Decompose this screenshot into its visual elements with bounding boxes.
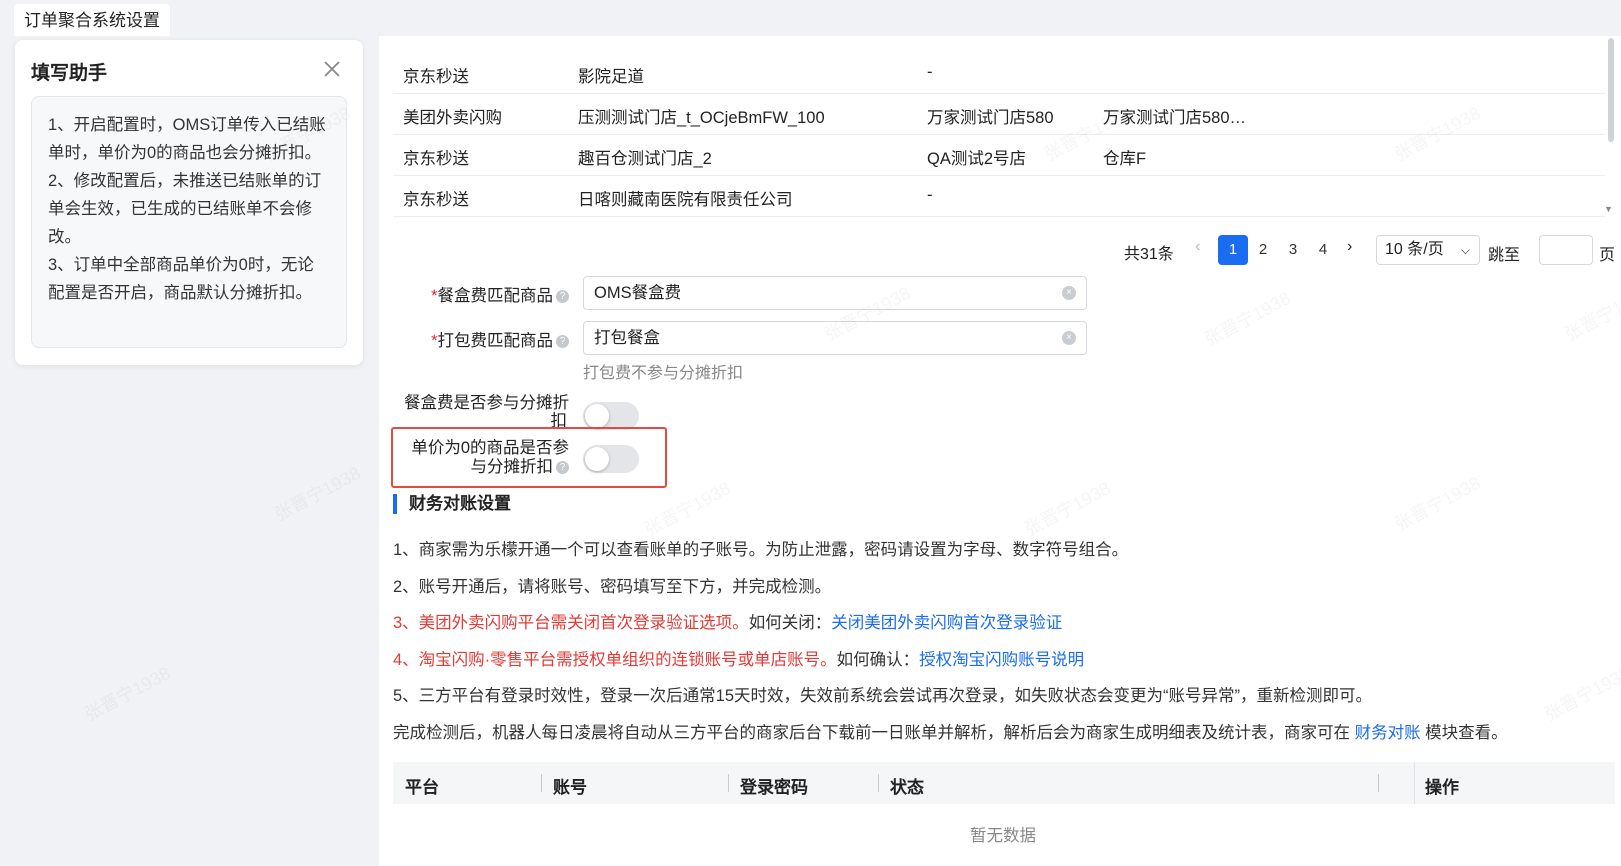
pack-fee-hint: 打包费不参与分摊折扣 [583, 365, 744, 382]
finance-note-4-warning: 4、淘宝闪购·零售平台需授权单组织的连锁账号或单店账号。 [393, 651, 837, 669]
help-icon[interactable]: ? [556, 461, 569, 475]
next-page-icon[interactable]: › [1347, 238, 1352, 256]
clear-icon[interactable]: × [1062, 331, 1076, 345]
page-size-select[interactable]: 10 条/页 ⌵ [1376, 235, 1480, 265]
header-account: 账号 [553, 778, 587, 797]
switch-knob [585, 447, 609, 471]
pack-fee-value: 打包餐盒 [594, 329, 660, 347]
page-4[interactable]: 4 [1308, 235, 1338, 265]
box-discount-label: 餐盒费是否参与分摊折 扣 [404, 394, 569, 430]
box-discount-label-line1: 餐盒费是否参与分摊折 [404, 394, 569, 412]
pack-fee-label: *打包费匹配商品? [431, 327, 569, 351]
pagination-total: 共31条 [1124, 246, 1174, 263]
helper-title: 填写助手 [31, 63, 108, 84]
finance-note-1: 1、商家需为乐檬开通一个可以查看账单的子账号。为防止泄露，密码请设置为字母、数字… [393, 541, 1129, 559]
account-table-header: 平台 账号 登录密码 状态 操作 [393, 762, 1615, 804]
row-platform: 京东秒送 [403, 68, 469, 86]
jump-page-input[interactable] [1539, 235, 1593, 265]
row-oms-store: - [927, 186, 933, 204]
helper-notes: 1、开启配置时，OMS订单传入已结账单时，单价为0的商品也会分摊折扣。 2、修改… [31, 96, 347, 348]
finance-note-6: 完成检测后，机器人每日凌晨将自动从三方平台的商家后台下载前一日账单并解析，解析后… [393, 719, 1508, 743]
chevron-down-icon: ⌵ [1460, 243, 1470, 257]
header-platform: 平台 [405, 778, 439, 797]
header-password: 登录密码 [740, 778, 808, 797]
watermark: 张晋宁1938 [79, 659, 174, 726]
helper-note-1: 1、开启配置时，OMS订单传入已结账单时，单价为0的商品也会分摊折扣。 [48, 116, 326, 162]
finance-note-4-text: 如何确认： [836, 651, 920, 669]
column-divider [878, 774, 879, 792]
table-row: 美团外卖闪购 压测测试门店_t_OCjeBmFW_100 万家测试门店580 万… [393, 93, 1605, 135]
row-warehouse: 仓库F [1103, 150, 1147, 168]
helper-panel: 填写助手 1、开启配置时，OMS订单传入已结账单时，单价为0的商品也会分摊折扣。… [15, 40, 363, 365]
helper-note-2: 2、修改配置后，未推送已结账单的订单会生效，已生成的已结账单不会修改。 [48, 172, 322, 246]
zero-price-label-line2-text: 与分摊折扣 [470, 458, 554, 476]
row-platform: 京东秒送 [403, 191, 469, 209]
finance-note-3: 3、美团外卖闪购平台需关闭首次登录验证选项。如何关闭：关闭美团外卖闪购首次登录验… [393, 609, 1062, 633]
page-3[interactable]: 3 [1278, 235, 1308, 265]
jump-label: 跳至 [1488, 247, 1521, 264]
finance-note-6-pre: 完成检测后，机器人每日凌晨将自动从三方平台的商家后台下载前一日账单并解析，解析后… [393, 724, 1355, 742]
finance-note-3-text: 如何关闭： [748, 614, 832, 632]
zero-price-label: 单价为0的商品是否参 与分摊折扣? [411, 439, 569, 477]
help-icon[interactable]: ? [556, 335, 569, 349]
box-fee-input[interactable]: OMS餐盒费 × [583, 276, 1087, 310]
prev-page-icon[interactable]: ‹ [1195, 238, 1200, 256]
header-actions: 操作 [1425, 778, 1459, 797]
column-divider [541, 774, 542, 792]
pack-fee-input[interactable]: 打包餐盒 × [583, 321, 1087, 355]
column-divider [728, 774, 729, 792]
row-platform: 京东秒送 [403, 150, 469, 168]
page-size-value: 10 条/页 [1385, 241, 1444, 258]
box-fee-value: OMS餐盒费 [594, 284, 682, 302]
row-oms-store: QA测试2号店 [927, 150, 1027, 168]
box-discount-switch[interactable] [583, 402, 639, 430]
switch-knob [585, 404, 609, 428]
zero-price-label-line2: 与分摊折扣? [411, 458, 569, 477]
page-suffix: 页 [1599, 247, 1616, 264]
pack-fee-label-text: 打包费匹配商品 [437, 332, 554, 350]
watermark: 张晋宁1938 [269, 459, 364, 526]
row-oms-store: 万家测试门店580 [927, 109, 1054, 127]
column-divider [1378, 774, 1379, 792]
zero-price-switch[interactable] [583, 445, 639, 473]
page-1[interactable]: 1 [1218, 235, 1248, 265]
help-icon[interactable]: ? [556, 290, 569, 304]
finance-note-2: 2、账号开通后，请将账号、密码填写至下方，并完成检测。 [393, 578, 832, 596]
finance-recon-link[interactable]: 财务对账 [1355, 724, 1421, 742]
finance-note-6-post: 模块查看。 [1420, 724, 1508, 742]
table-row: 京东秒送 趣百仓测试门店_2 QA测试2号店 仓库F [393, 134, 1605, 176]
row-store: 趣百仓测试门店_2 [578, 150, 712, 168]
taobao-auth-link[interactable]: 授权淘宝闪购账号说明 [919, 651, 1084, 669]
column-divider [1414, 762, 1415, 804]
close-icon[interactable] [321, 58, 343, 80]
helper-note-3: 3、订单中全部商品单价为0时，无论配置是否开启，商品默认分摊折扣。 [48, 256, 314, 302]
finance-section-title: 财务对账设置 [393, 494, 511, 514]
header-status: 状态 [890, 778, 924, 797]
box-fee-label-text: 餐盒费匹配商品 [437, 287, 554, 305]
finance-note-3-warning: 3、美团外卖闪购平台需关闭首次登录验证选项。 [393, 614, 749, 632]
table-row: 京东秒送 影院足道 - [393, 52, 1605, 94]
box-fee-label: *餐盒费匹配商品? [431, 282, 569, 306]
window-tab[interactable]: 订单聚合系统设置 [14, 4, 170, 36]
row-store: 压测测试门店_t_OCjeBmFW_100 [578, 109, 825, 127]
clear-icon[interactable]: × [1062, 286, 1076, 300]
row-store: 日喀则藏南医院有限责任公司 [578, 191, 793, 209]
page-2[interactable]: 2 [1248, 235, 1278, 265]
table-row: 京东秒送 日喀则藏南医院有限责任公司 - [393, 175, 1605, 217]
meituan-verify-link[interactable]: 关闭美团外卖闪购首次登录验证 [831, 614, 1062, 632]
row-oms-store: - [927, 63, 933, 81]
row-store: 影院足道 [578, 68, 644, 86]
vertical-scrollbar[interactable] [1608, 38, 1614, 142]
row-warehouse: 万家测试门店580… [1103, 109, 1247, 127]
empty-state: 暂无数据 [970, 827, 1036, 845]
scroll-down-icon[interactable]: ▼ [1604, 204, 1613, 214]
zero-price-label-line1: 单价为0的商品是否参 [411, 439, 569, 457]
finance-note-4: 4、淘宝闪购·零售平台需授权单组织的连锁账号或单店账号。如何确认：授权淘宝闪购账… [393, 646, 1084, 670]
row-platform: 美团外卖闪购 [403, 109, 502, 127]
finance-note-5: 5、三方平台有登录时效性，登录一次后通常15天时效，失效前系统会尝试再次登录，如… [393, 687, 1373, 705]
